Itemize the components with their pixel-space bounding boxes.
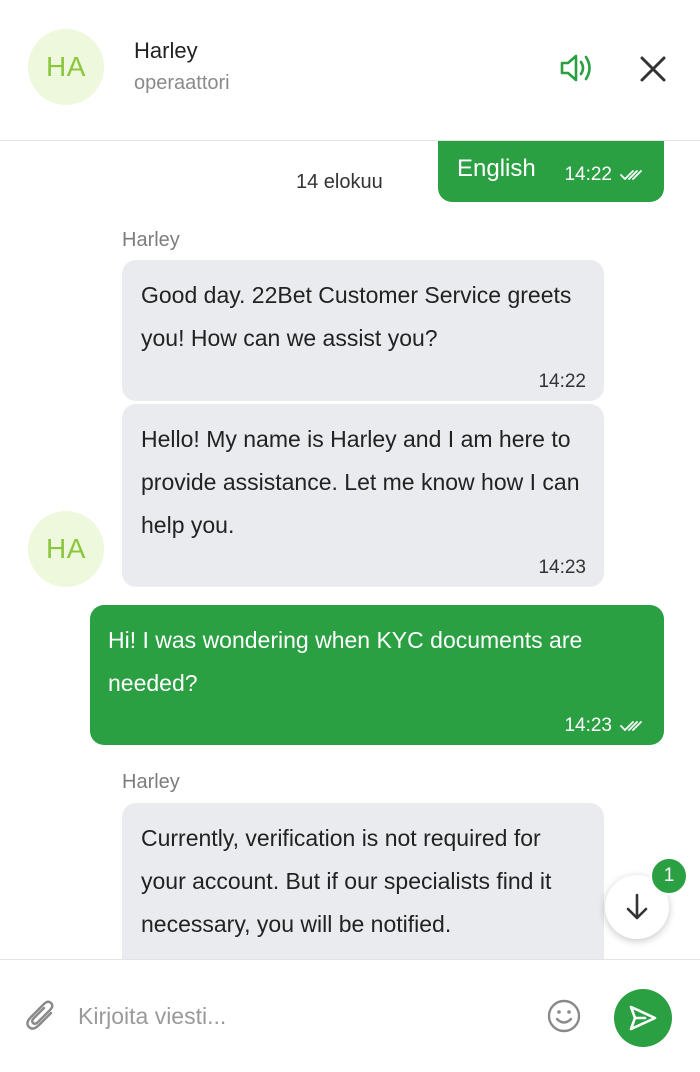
unread-count-badge: 1	[650, 857, 688, 895]
message-time: 14:23	[538, 557, 586, 578]
incoming-message: Good day. 22Bet Customer Service greets …	[122, 260, 604, 401]
message-agent-avatar: HA	[28, 511, 104, 587]
chat-widget: HA Harley operaattori 14 elokuu English …	[0, 0, 700, 1072]
send-button[interactable]	[614, 989, 672, 1047]
attach-file-button[interactable]	[24, 998, 60, 1034]
message-text: Good day. 22Bet Customer Service greets …	[141, 282, 572, 351]
sender-name: Harley	[122, 771, 180, 793]
message-input[interactable]	[78, 996, 528, 1036]
sound-toggle-button[interactable]	[556, 50, 596, 86]
speaker-icon	[560, 54, 591, 82]
close-icon	[640, 56, 666, 82]
sender-name: Harley	[122, 229, 180, 251]
message-meta: 14:23	[564, 715, 646, 737]
message-text: Hello! My name is Harley and I am here t…	[141, 426, 580, 538]
message-meta: 14:23	[538, 557, 586, 579]
smiley-icon	[547, 999, 581, 1033]
date-separator: 14 elokuu	[296, 171, 383, 193]
message-list[interactable]: 14 elokuu English 14:22 Harley Good day.…	[0, 141, 700, 959]
agent-role: operaattori	[134, 72, 230, 94]
incoming-message: Currently, verification is not required …	[122, 803, 604, 959]
outgoing-message-language: English 14:22	[438, 141, 664, 202]
message-meta: 14:22	[538, 371, 586, 393]
paperclip-icon	[26, 1000, 54, 1030]
message-avatar-initials: HA	[46, 533, 86, 564]
message-composer	[0, 959, 700, 1072]
agent-name: Harley	[134, 38, 198, 63]
double-check-icon	[620, 170, 642, 180]
outgoing-message: Hi! I was wondering when KYC documents a…	[90, 605, 664, 745]
message-time: 14:23	[564, 715, 612, 736]
incoming-message: Hello! My name is Harley and I am here t…	[122, 404, 604, 587]
message-text: Hi! I was wondering when KYC documents a…	[108, 627, 583, 696]
send-icon	[629, 1005, 657, 1031]
message-time: 14:22	[538, 371, 586, 392]
double-check-icon	[620, 721, 642, 731]
message-time: 14:22	[564, 164, 612, 185]
chat-header: HA Harley operaattori	[0, 0, 700, 141]
arrow-down-icon	[626, 893, 648, 920]
close-button[interactable]	[636, 52, 670, 86]
emoji-button[interactable]	[546, 998, 582, 1034]
message-text: Currently, verification is not required …	[141, 825, 552, 937]
agent-avatar-initials: HA	[46, 51, 86, 82]
message-meta: 14:22	[564, 164, 646, 186]
message-text: English	[457, 155, 536, 182]
agent-avatar: HA	[28, 29, 104, 105]
